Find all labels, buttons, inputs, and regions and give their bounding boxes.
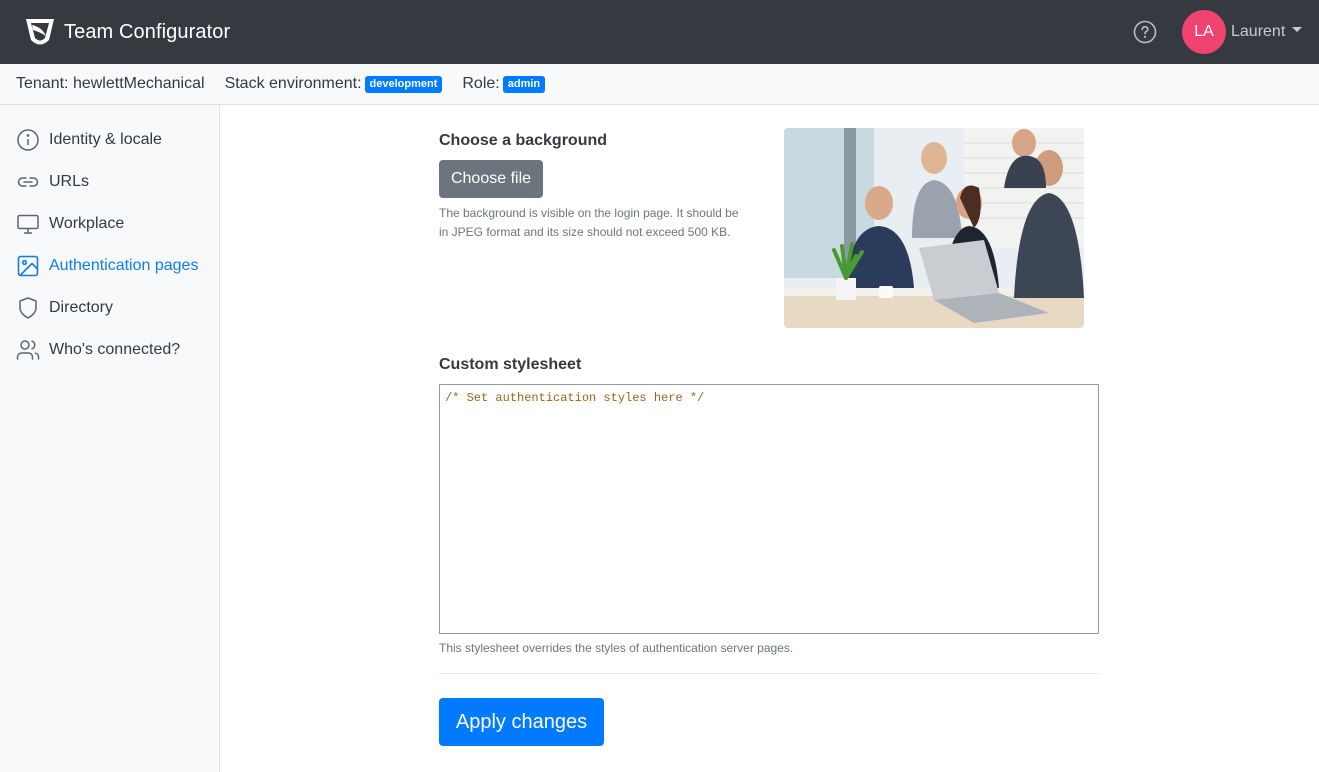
sidebar-item-whos-connected[interactable]: Who's connected?	[0, 329, 219, 371]
sidebar-item-identity-locale[interactable]: Identity & locale	[0, 119, 219, 161]
sidebar-item-label: Authentication pages	[49, 257, 199, 274]
role-info: Role: admin	[462, 75, 546, 93]
image-icon	[17, 255, 39, 277]
sidebar-item-urls[interactable]: URLs	[0, 161, 219, 203]
background-help-text: The background is visible on the login p…	[439, 206, 739, 239]
role-label: Role:	[462, 75, 500, 92]
stylesheet-help-text: This stylesheet overrides the styles of …	[439, 641, 794, 655]
info-icon	[17, 129, 39, 151]
stack-label: Stack environment:	[224, 75, 362, 92]
logo-icon	[26, 19, 54, 45]
main-content: Choose a background Choose file The back…	[220, 105, 1319, 772]
stylesheet-section-title: Custom stylesheet	[439, 356, 582, 373]
help-icon[interactable]	[1133, 20, 1157, 44]
shield-icon	[19, 297, 37, 319]
monitor-icon	[17, 214, 39, 234]
choose-file-button[interactable]: Choose file	[439, 160, 543, 198]
sidebar-item-directory[interactable]: Directory	[0, 287, 219, 329]
apply-changes-button[interactable]: Apply changes	[439, 698, 604, 746]
users-icon	[16, 340, 40, 360]
avatar: LA	[1182, 10, 1226, 54]
sidebar-item-authentication-pages[interactable]: Authentication pages	[0, 245, 219, 287]
custom-stylesheet-editor[interactable]: /* Set authentication styles here */	[439, 384, 1099, 634]
tenant-value: hewlettMechanical	[72, 75, 205, 92]
background-preview-image	[784, 128, 1084, 328]
chevron-down-icon	[1292, 26, 1303, 32]
user-menu[interactable]: LA Laurent	[1182, 9, 1303, 55]
role-badge: admin	[502, 75, 546, 93]
stack-badge: development	[364, 75, 443, 93]
sidebar-item-workplace[interactable]: Workplace	[0, 203, 219, 245]
stack-info: Stack environment: development	[225, 75, 443, 93]
app-title: Team Configurator	[64, 20, 231, 43]
context-bar: Tenant: hewlettMechanical Stack environm…	[0, 64, 1319, 105]
sidebar-item-label: Identity & locale	[49, 131, 162, 148]
user-name: Laurent	[1231, 23, 1286, 40]
divider	[439, 673, 1099, 674]
tenant-label: Tenant:	[16, 75, 69, 92]
top-navbar: Team Configurator LA Laurent	[0, 0, 1319, 64]
sidebar-item-label: Workplace	[49, 215, 125, 232]
brand[interactable]: Team Configurator	[22, 14, 230, 50]
sidebar: Identity & locale URLs Workplace Authent…	[0, 105, 220, 772]
sidebar-item-label: Directory	[49, 299, 114, 316]
sidebar-item-label: URLs	[49, 173, 90, 190]
tenant-info: Tenant: hewlettMechanical	[16, 75, 205, 93]
link-icon	[17, 177, 39, 187]
background-section-title: Choose a background	[439, 132, 608, 149]
sidebar-item-label: Who's connected?	[49, 341, 181, 358]
